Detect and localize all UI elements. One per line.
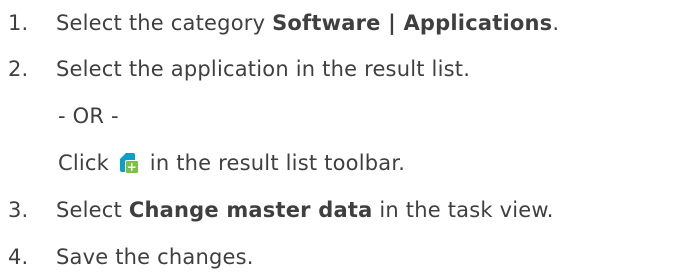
- step-text-end: in the result list toolbar.: [142, 151, 406, 175]
- step-number: 1.: [8, 11, 29, 35]
- step-text: Select: [56, 198, 129, 222]
- step-2-or: - OR -: [58, 102, 119, 130]
- step-text-end: .: [552, 11, 560, 35]
- step-text: Select the application in the result lis…: [56, 57, 471, 81]
- task-name: Change master data: [128, 198, 373, 222]
- step-2: 2. Select the application in the result l…: [8, 55, 470, 83]
- step-3: 3. Select Change master data in the task …: [8, 196, 554, 224]
- step-4: 4. Save the changes.: [8, 243, 254, 271]
- new-document-plus-icon: +: [119, 153, 139, 174]
- or-separator: - OR -: [58, 104, 119, 128]
- step-number: 4.: [8, 245, 29, 269]
- step-number: 3.: [8, 198, 29, 222]
- step-text: Click: [58, 151, 116, 175]
- step-2-alternative: Click + in the result list toolbar.: [58, 149, 405, 177]
- category-name: Software | Applications: [272, 11, 553, 35]
- step-text-end: in the task view.: [372, 198, 554, 222]
- step-number: 2.: [8, 57, 29, 81]
- step-1: 1. Select the category Software | Applica…: [8, 9, 559, 37]
- step-text: Select the category: [56, 11, 273, 35]
- instruction-steps: 1. Select the category Software | Applica…: [0, 0, 683, 280]
- step-text: Save the changes.: [56, 245, 254, 269]
